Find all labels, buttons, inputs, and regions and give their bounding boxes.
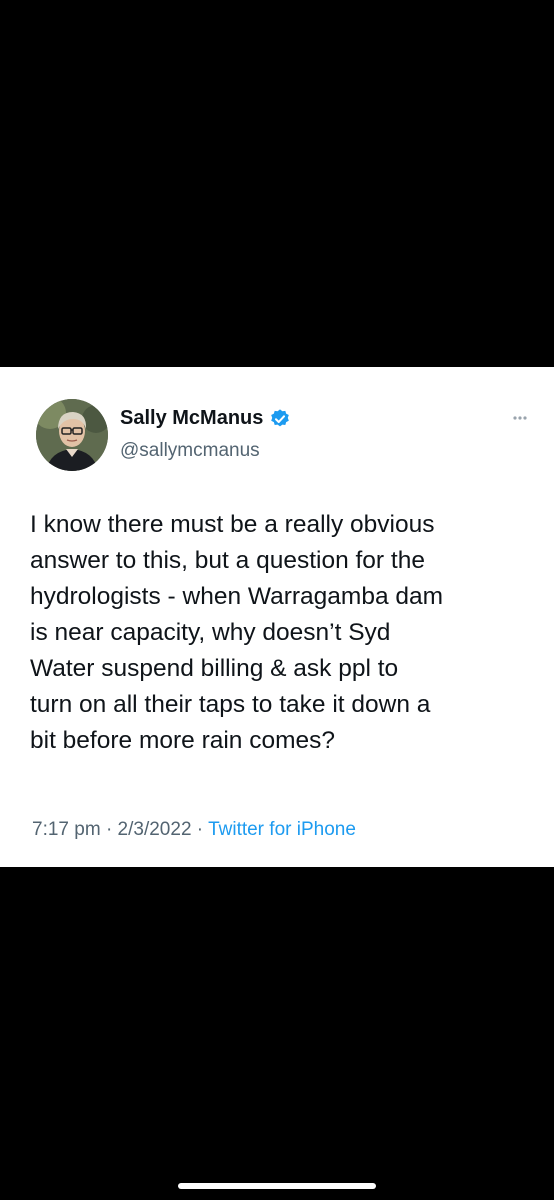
avatar[interactable] bbox=[36, 399, 108, 471]
tweet-text-line: answer to this, but a question for the bbox=[30, 547, 425, 574]
author-name[interactable]: Sally McManus bbox=[120, 407, 291, 430]
tweet-time[interactable]: 7:17 pm bbox=[32, 819, 101, 840]
author-name-text: Sally McManus bbox=[120, 407, 264, 429]
tweet-text-line: Water suspend billing & ask ppl to bbox=[30, 655, 399, 682]
more-dots-icon[interactable] bbox=[512, 412, 528, 422]
tweet-text-line: is near capacity, why doesn’t Syd bbox=[30, 619, 391, 646]
verified-badge-icon bbox=[269, 408, 291, 430]
meta-separator: · bbox=[105, 819, 113, 840]
tweet-metadata: 7:17 pm · 2/3/2022 · Twitter for iPhone bbox=[32, 819, 356, 841]
avatar-photo bbox=[36, 399, 108, 471]
meta-separator: · bbox=[196, 819, 204, 840]
tweet-text-line: turn on all their taps to take it down a bbox=[30, 691, 431, 718]
tweet-date[interactable]: 2/3/2022 bbox=[118, 819, 192, 840]
tweet-text-line: I know there must be a really obvious bbox=[30, 511, 435, 538]
author-handle[interactable]: @sallymcmanus bbox=[120, 440, 260, 462]
tweet-card: Sally McManus @sallymcmanus I know there… bbox=[0, 367, 554, 867]
tweet-text: I know there must be a really obvious an… bbox=[30, 507, 540, 759]
home-indicator[interactable] bbox=[178, 1183, 376, 1189]
tweet-source-link[interactable]: Twitter for iPhone bbox=[208, 819, 356, 840]
tweet-text-line: hydrologists - when Warragamba dam bbox=[30, 583, 444, 610]
tweet-text-line: bit before more rain comes? bbox=[30, 727, 336, 754]
